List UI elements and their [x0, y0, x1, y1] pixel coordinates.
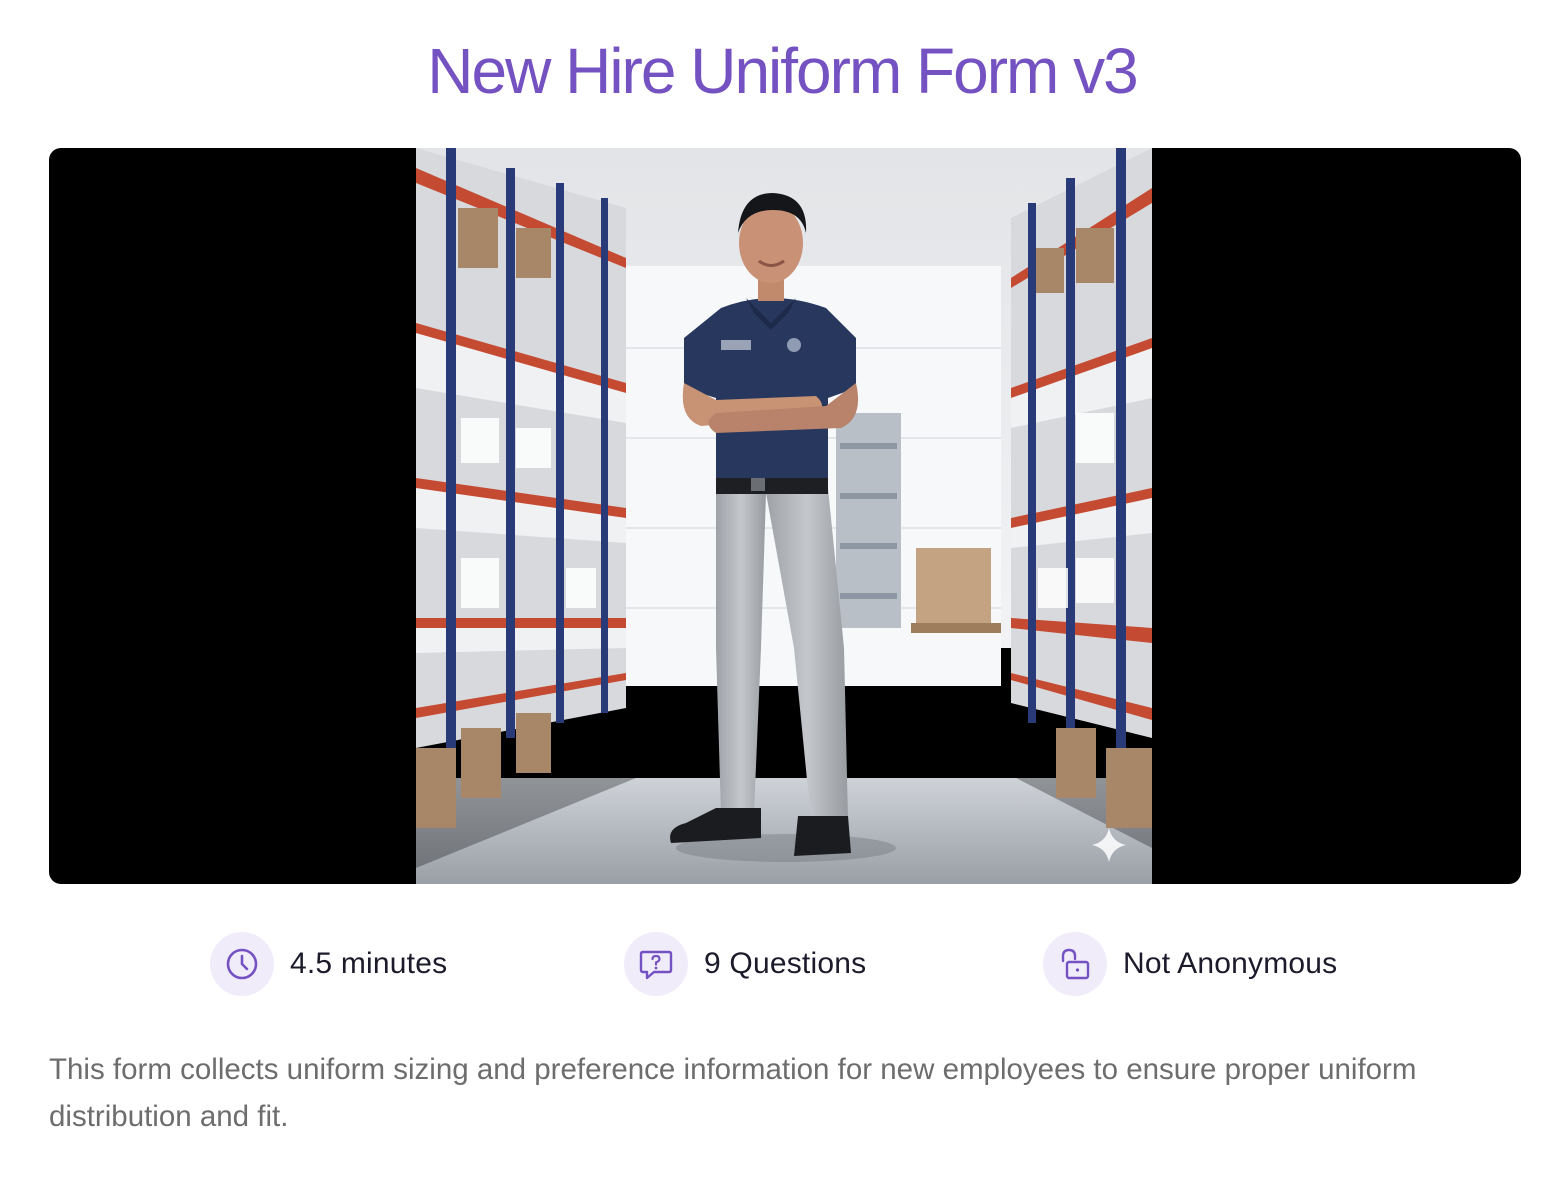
hero-photo: [416, 148, 1152, 884]
employee-photo-illustration: [416, 148, 1152, 884]
meta-questions: 9 Questions: [624, 932, 866, 996]
duration-label: 4.5 minutes: [290, 947, 448, 980]
form-description: This form collects uniform sizing and pr…: [49, 1053, 1417, 1133]
anonymity-label: Not Anonymous: [1123, 947, 1338, 980]
form-title: New Hire Uniform Form v3: [427, 35, 1138, 107]
unlocked-icon: [1043, 932, 1107, 996]
meta-duration: 4.5 minutes: [210, 932, 447, 996]
questions-label: 9 Questions: [704, 947, 867, 980]
hero-image-frame: [49, 148, 1521, 884]
clock-icon: [210, 932, 274, 996]
meta-anonymity: Not Anonymous: [1043, 932, 1337, 996]
question-bubble-icon: [624, 932, 688, 996]
